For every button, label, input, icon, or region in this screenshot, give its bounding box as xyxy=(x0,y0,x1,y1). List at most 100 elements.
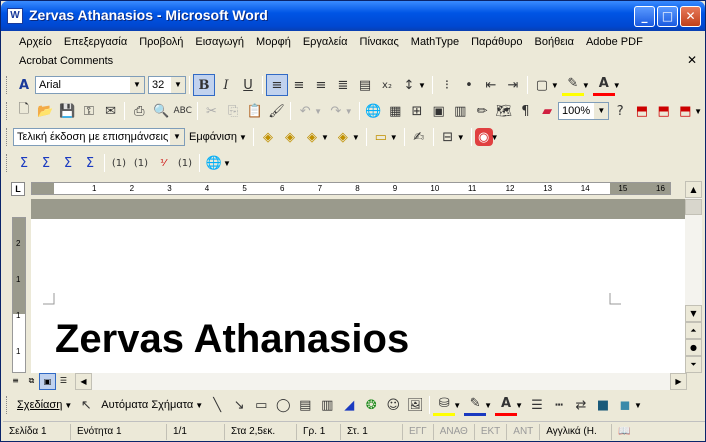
track-changes-icon[interactable]: ✍ xyxy=(408,126,430,148)
scroll-up-icon[interactable]: ▲ xyxy=(685,181,702,198)
outline-view-icon[interactable]: ☰ xyxy=(55,373,72,390)
oval-icon[interactable]: ◯ xyxy=(272,394,294,416)
font-name-combo[interactable]: Arial ▼ xyxy=(35,76,145,94)
align-left-icon[interactable]: ≡ xyxy=(266,74,288,96)
chevron-down-icon[interactable]: ▼ xyxy=(239,133,247,142)
reviewing-pane-icon[interactable]: ⊟ xyxy=(437,126,459,148)
chevron-down-icon[interactable]: ▼ xyxy=(352,133,360,142)
increase-indent-icon[interactable]: ⇥ xyxy=(502,74,524,96)
arrow-style-icon[interactable]: ⇄ xyxy=(570,394,592,416)
chevron-down-icon[interactable]: ▼ xyxy=(694,107,702,116)
previous-page-icon[interactable]: ⏶ xyxy=(685,322,702,339)
horizontal-scrollbar[interactable]: ◀ ▶ xyxy=(75,373,687,390)
accept-change-icon[interactable]: ◈ xyxy=(301,126,323,148)
toolbar-grip[interactable] xyxy=(6,102,9,120)
permission-icon[interactable]: ⚿ xyxy=(78,100,100,122)
select-objects-icon[interactable]: ↖ xyxy=(75,394,97,416)
document-heading[interactable]: Zervas Athanasios xyxy=(55,317,409,362)
status-language[interactable]: Αγγλικά (Η. xyxy=(540,423,613,440)
drawing-toggle-icon[interactable]: ✏ xyxy=(471,100,493,122)
toolbar-grip[interactable] xyxy=(6,396,9,414)
clip-art-icon[interactable]: ☺ xyxy=(382,394,404,416)
chevron-down-icon[interactable]: ▼ xyxy=(390,133,398,142)
status-extend[interactable]: ΕΚΤ xyxy=(475,423,508,440)
new-document-icon[interactable]: 🗋 xyxy=(13,100,35,122)
email-icon[interactable]: ✉ xyxy=(100,100,122,122)
picture-icon[interactable]: 🖼 xyxy=(404,394,426,416)
previous-change-icon[interactable]: ◈ xyxy=(257,126,279,148)
chevron-down-icon[interactable]: ▼ xyxy=(170,129,184,145)
insert-table-icon[interactable]: ⊞ xyxy=(406,100,428,122)
insert-equation-number-icon[interactable]: (1) xyxy=(108,152,130,174)
bold-button[interactable]: B xyxy=(193,74,215,96)
wordart-icon[interactable]: ◢ xyxy=(338,394,360,416)
new-comment-icon[interactable]: ▭ xyxy=(370,126,392,148)
menu-item[interactable]: Παράθυρο xyxy=(465,33,528,51)
scroll-left-icon[interactable]: ◀ xyxy=(75,373,92,390)
paste-icon[interactable]: 📋 xyxy=(244,100,266,122)
redo-icon[interactable]: ↷ xyxy=(325,100,347,122)
select-browse-object-icon[interactable]: ● xyxy=(685,339,702,356)
show-menu-button[interactable]: Εμφάνιση xyxy=(185,131,241,143)
document-map-icon[interactable]: 🗺 xyxy=(493,100,515,122)
scroll-right-icon[interactable]: ▶ xyxy=(670,373,687,390)
print-icon[interactable]: ⎙ xyxy=(128,100,150,122)
pdf-convert-icon[interactable]: ⬒ xyxy=(631,100,653,122)
highlight-icon[interactable]: ✎ xyxy=(561,74,584,96)
decrease-indent-icon[interactable]: ⇤ xyxy=(480,74,502,96)
toolbar-grip[interactable] xyxy=(6,76,9,94)
chevron-down-icon[interactable]: ▼ xyxy=(457,133,465,142)
chevron-down-icon[interactable]: ▼ xyxy=(613,81,621,90)
reading-icon[interactable]: ▰ xyxy=(536,100,558,122)
menu-item[interactable]: Προβολή xyxy=(133,33,189,51)
print-preview-icon[interactable]: 🔍 xyxy=(150,100,172,122)
display-equation-icon[interactable]: Σ xyxy=(35,152,57,174)
minimize-button[interactable]: _ xyxy=(634,6,655,27)
styles-icon[interactable]: A xyxy=(13,74,35,96)
insert-equation-reference-icon[interactable]: (1) xyxy=(130,152,152,174)
numbering-icon[interactable]: ⁝ xyxy=(436,74,458,96)
status-line[interactable]: Γρ. 1 xyxy=(297,423,341,440)
menu-item[interactable]: MathType xyxy=(405,33,465,51)
menu-item[interactable]: Adobe PDF xyxy=(580,33,649,51)
open-folder-icon[interactable]: 📂 xyxy=(35,100,57,122)
chevron-down-icon[interactable]: ▼ xyxy=(594,103,609,119)
chevron-down-icon[interactable]: ▼ xyxy=(64,401,72,410)
scroll-thumb[interactable] xyxy=(685,199,702,215)
format-painter-icon[interactable]: 🖌 xyxy=(266,100,288,122)
justify-icon[interactable]: ≣ xyxy=(332,74,354,96)
bullets-icon[interactable]: • xyxy=(458,74,480,96)
menu-item[interactable]: Acrobat Comments xyxy=(13,52,119,70)
spelling-icon[interactable]: ABC xyxy=(172,100,194,122)
chevron-down-icon[interactable]: ▼ xyxy=(491,133,499,142)
autoshapes-menu-button[interactable]: Αυτόματα Σχήματα xyxy=(97,399,197,411)
chevron-down-icon[interactable]: ▼ xyxy=(223,159,231,168)
pdf-email-icon[interactable]: ⬒ xyxy=(653,100,675,122)
show-hide-icon[interactable]: ¶ xyxy=(515,100,537,122)
save-icon[interactable]: 💾 xyxy=(56,100,78,122)
web-layout-icon[interactable]: ⧉ xyxy=(23,373,40,390)
chevron-down-icon[interactable]: ▼ xyxy=(453,401,461,410)
borders-icon[interactable]: ▢ xyxy=(531,74,553,96)
pdf-review-icon[interactable]: ⬒ xyxy=(674,100,696,122)
vertical-scrollbar[interactable]: ▲ ▼ ⏶ ● ⏷ xyxy=(685,181,702,373)
align-center-icon[interactable]: ≡ xyxy=(288,74,310,96)
next-page-icon[interactable]: ⏷ xyxy=(685,356,702,373)
inline-equation-icon[interactable]: Σ xyxy=(13,152,35,174)
right-numbered-equation-icon[interactable]: Σ xyxy=(79,152,101,174)
status-position[interactable]: Στα 2,5εκ. xyxy=(225,423,297,440)
chevron-down-icon[interactable]: ▼ xyxy=(515,401,523,410)
insert-chapter-break-icon[interactable]: ⅟ xyxy=(152,152,174,174)
menu-item[interactable]: Εργαλεία xyxy=(297,33,354,51)
display-for-review-combo[interactable]: Τελική έκδοση με επισημάνσεις ▼ xyxy=(13,128,185,146)
diagram-icon[interactable]: ❂ xyxy=(360,394,382,416)
text-box-icon[interactable]: ▤ xyxy=(294,394,316,416)
font-size-combo[interactable]: 32 ▼ xyxy=(148,76,186,94)
menu-item[interactable]: Μορφή xyxy=(250,33,297,51)
zoom-combo[interactable]: 100% ▼ xyxy=(557,102,610,120)
menu-item[interactable]: Εισαγωγή xyxy=(189,33,250,51)
status-overtype[interactable]: ΑΝΤ xyxy=(507,423,541,440)
close-button[interactable]: ✕ xyxy=(680,6,701,27)
line-spacing-icon[interactable]: ↕ xyxy=(398,74,420,96)
menu-item[interactable]: Βοήθεια xyxy=(529,33,580,51)
